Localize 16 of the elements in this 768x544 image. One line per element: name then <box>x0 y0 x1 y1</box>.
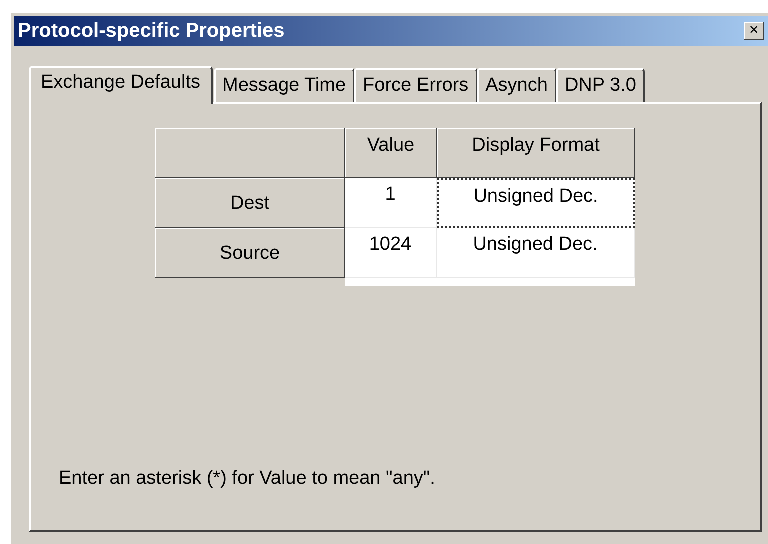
window-title: Protocol-specific Properties <box>18 20 285 42</box>
table-cell[interactable]: Unsigned Dec. <box>437 178 635 228</box>
table-cell[interactable]: 1024 <box>345 228 437 278</box>
tab[interactable]: Exchange Defaults <box>29 66 212 104</box>
tab[interactable]: Asynch <box>476 68 557 102</box>
hint-text: Enter an asterisk (*) for Value to mean "any". <box>59 468 436 490</box>
table-cell[interactable]: Unsigned Dec. <box>437 228 635 278</box>
tab[interactable]: Message Time <box>214 68 356 102</box>
table-cell[interactable]: 1 <box>345 178 437 228</box>
tab[interactable]: DNP 3.0 <box>556 68 646 102</box>
column-header[interactable]: Value <box>345 128 437 178</box>
close-button[interactable]: × <box>744 22 764 40</box>
column-header[interactable]: Display Format <box>437 128 635 178</box>
row-header[interactable]: Dest <box>155 178 345 228</box>
row-header[interactable]: Source <box>155 228 345 278</box>
tab[interactable]: Force Errors <box>354 68 478 102</box>
